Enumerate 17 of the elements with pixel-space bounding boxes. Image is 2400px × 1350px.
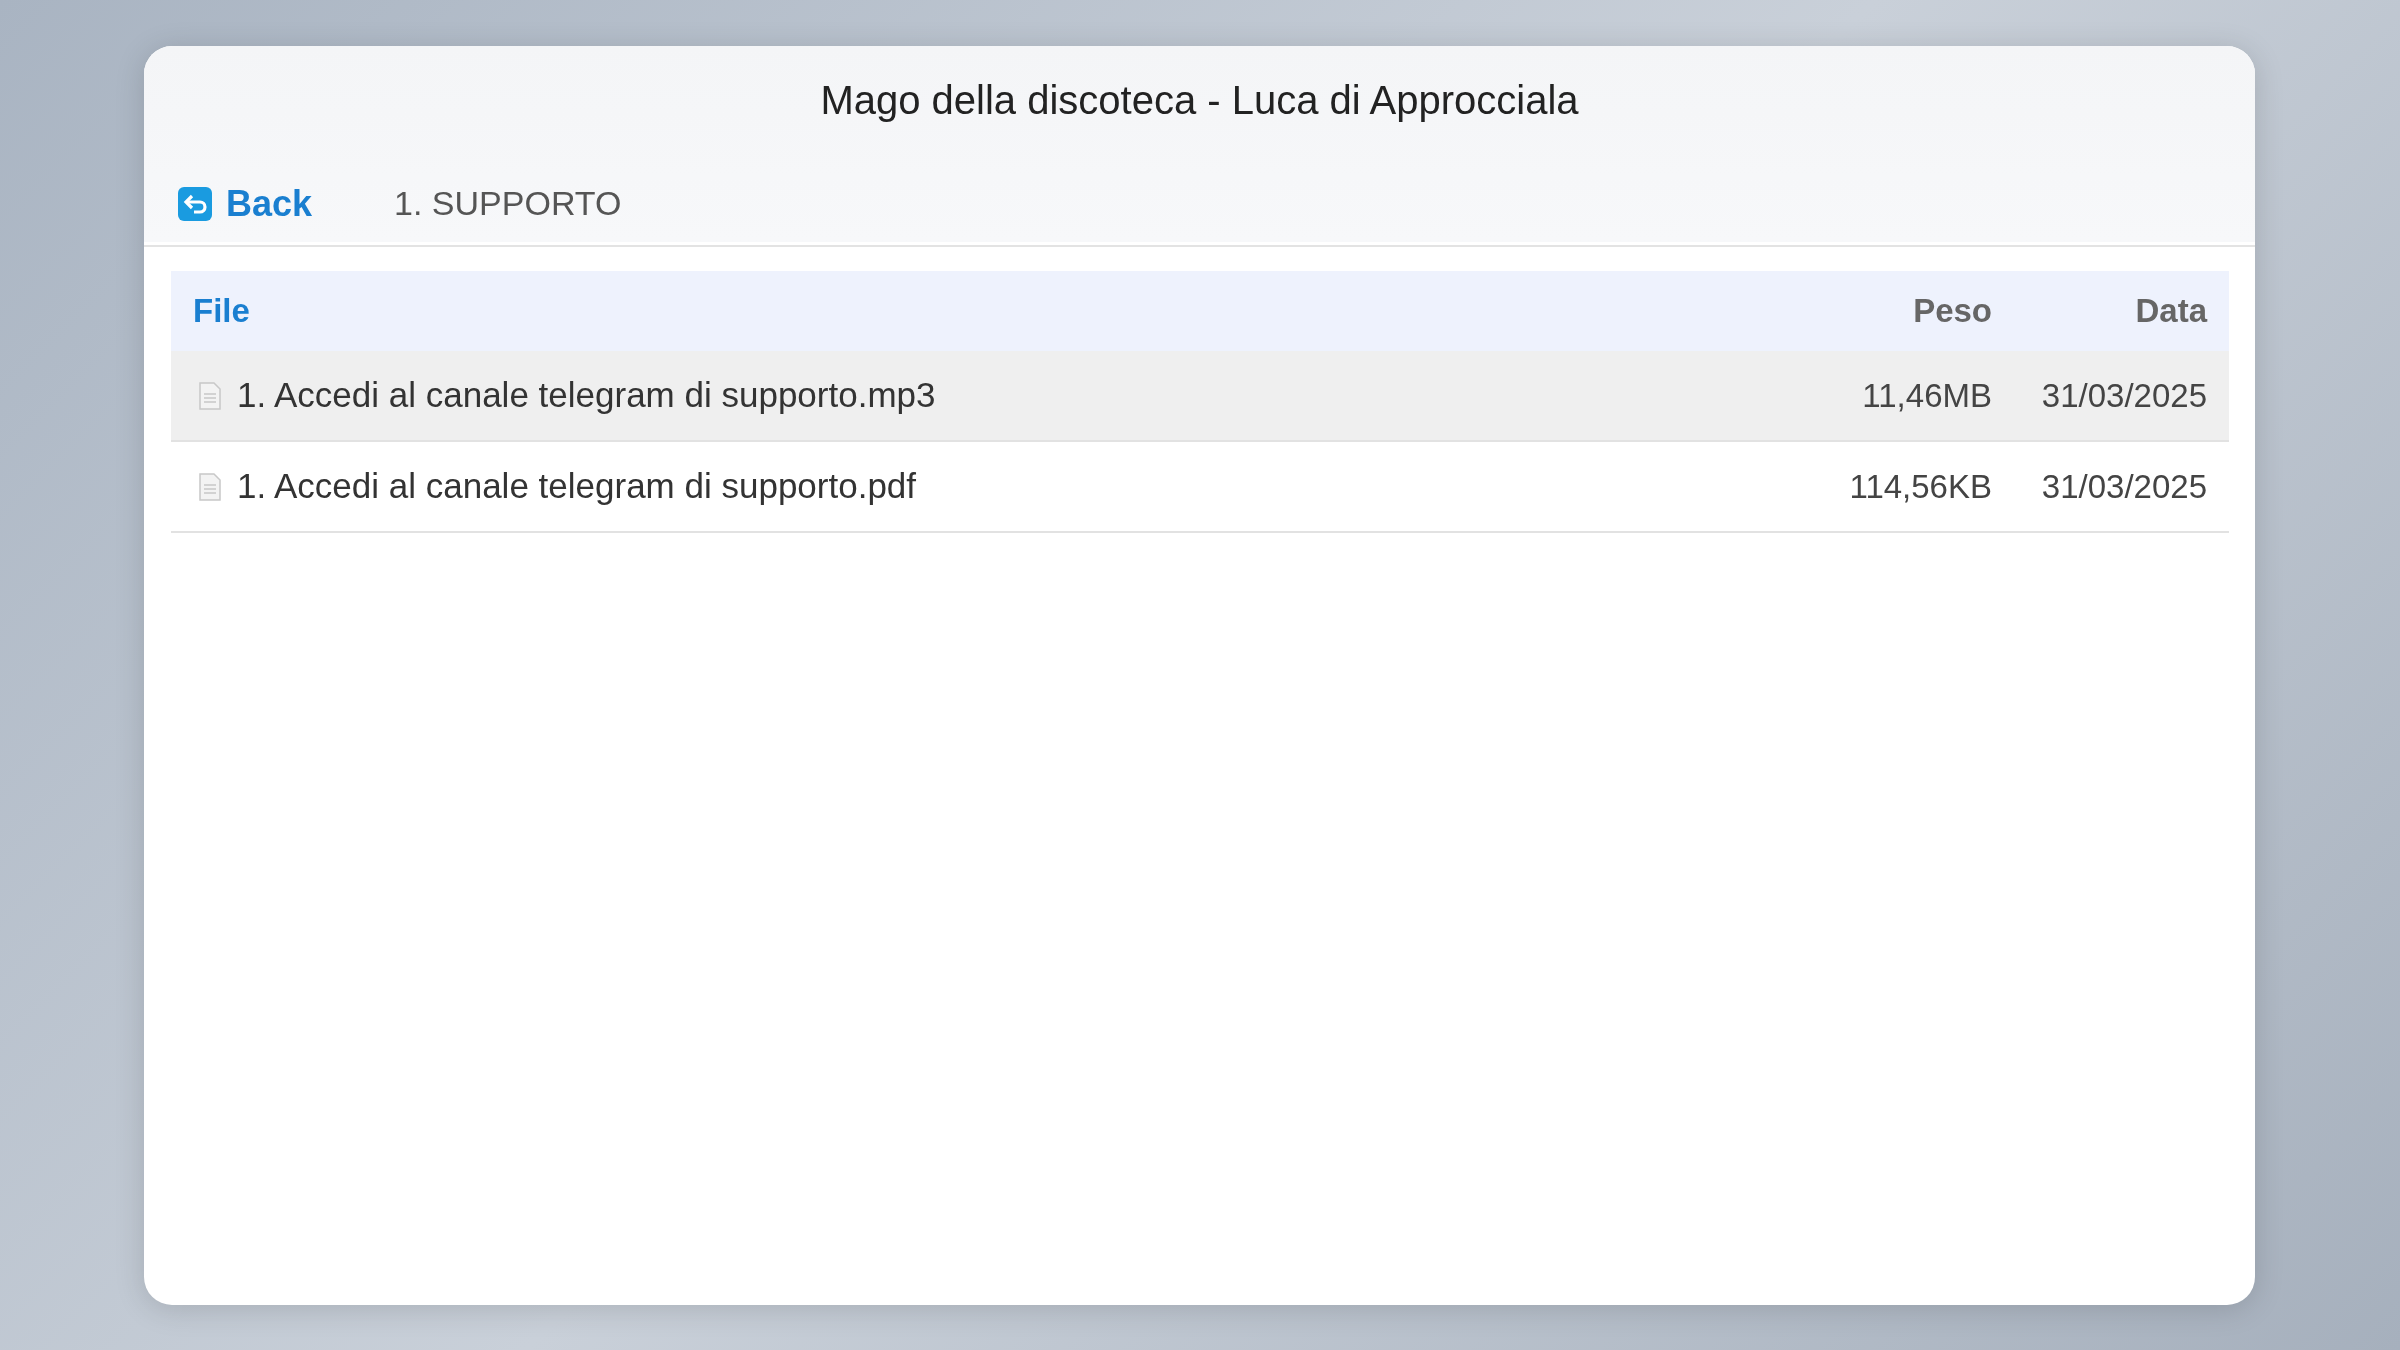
breadcrumb: 1. SUPPORTO — [394, 183, 622, 224]
document-icon — [199, 381, 221, 410]
file-name: 1. Accedi al canale telegram di supporto.mp3 — [237, 374, 937, 417]
file-row[interactable]: 1. Accedi al canale telegram di supporto.mp3 11,46MB 31/03/2025 — [171, 351, 2229, 442]
file-size: 11,46MB — [1861, 375, 1992, 416]
back-icon — [178, 186, 212, 221]
file-name: 1. Accedi al canale telegram di supporto.pdf — [237, 465, 918, 508]
document-icon — [199, 472, 221, 501]
back-button[interactable]: Back — [178, 176, 313, 231]
column-header: Data — [2134, 291, 2207, 332]
file-date: 31/03/2025 — [2040, 375, 2207, 416]
file-size: 114,56KB — [1848, 466, 1992, 507]
file-row[interactable]: 1. Accedi al canale telegram di supporto.pdf 114,56KB 31/03/2025 — [171, 442, 2229, 533]
column-header: Peso — [1912, 291, 1992, 332]
file-date: 31/03/2025 — [2040, 466, 2207, 507]
column-header: File — [193, 291, 251, 332]
window-title: Mago della discoteca - Luca di Approcciala — [819, 77, 1580, 124]
